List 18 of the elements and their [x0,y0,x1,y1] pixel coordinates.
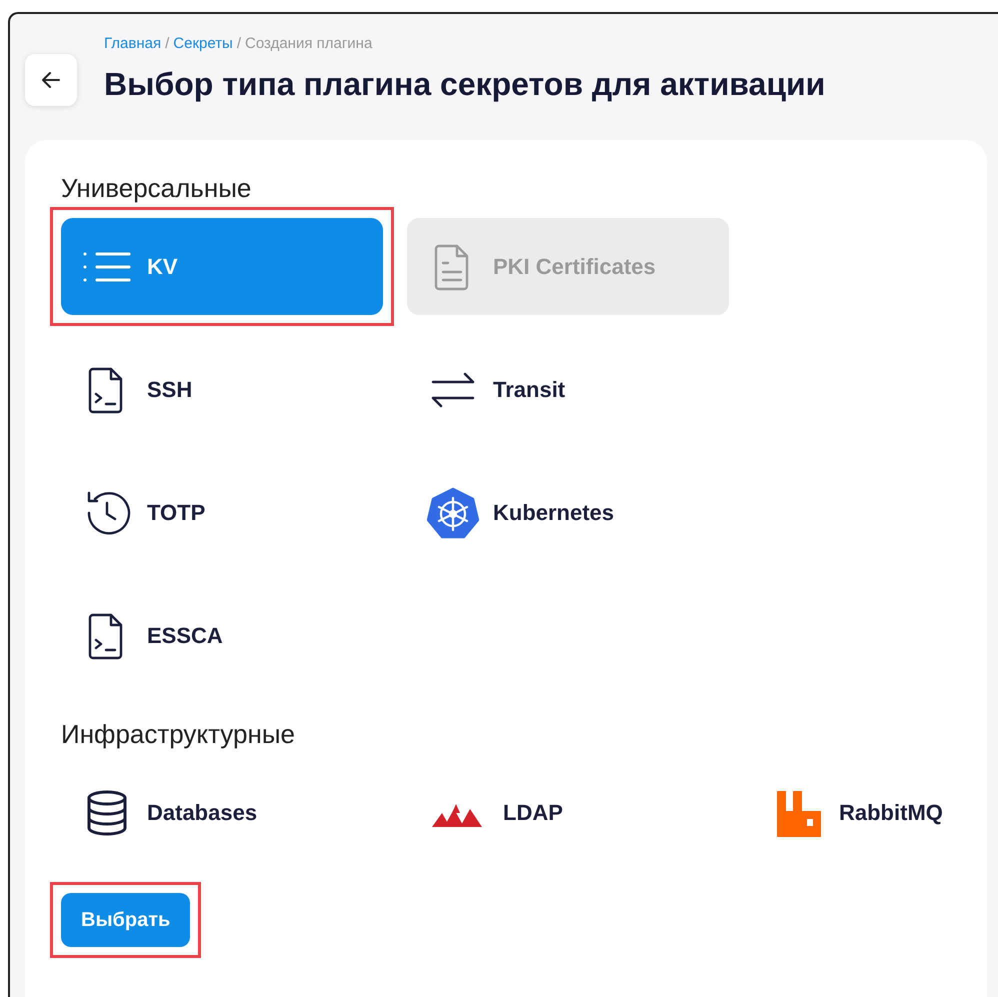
plugin-option[interactable]: Kubernetes [407,464,729,561]
select-button[interactable]: Выбрать [61,893,190,947]
page-title: Выбор типа плагина секретов для активации [104,65,826,104]
section-heading: Инфраструктурные [61,718,296,751]
back-button[interactable] [25,54,77,106]
plugin-option[interactable]: TOTP [61,464,383,561]
breadcrumb-current: Создания плагина [245,35,372,52]
plugin-option[interactable]: Transit [407,341,729,438]
plugin-option[interactable]: ESSCA [61,587,383,684]
plugin-option[interactable]: Databases [61,764,383,861]
section-heading: Универсальные [61,172,252,205]
helm-wheel-icon [427,486,479,538]
plugin-option[interactable]: KV [61,218,383,315]
plugin-option[interactable]: RabbitMQ [753,764,973,861]
plugin-option[interactable]: SSH [61,341,383,438]
breadcrumb-separator: / [165,35,170,52]
breadcrumb-separator: / [236,35,242,52]
plugin-option[interactable]: LDAP [407,764,729,861]
